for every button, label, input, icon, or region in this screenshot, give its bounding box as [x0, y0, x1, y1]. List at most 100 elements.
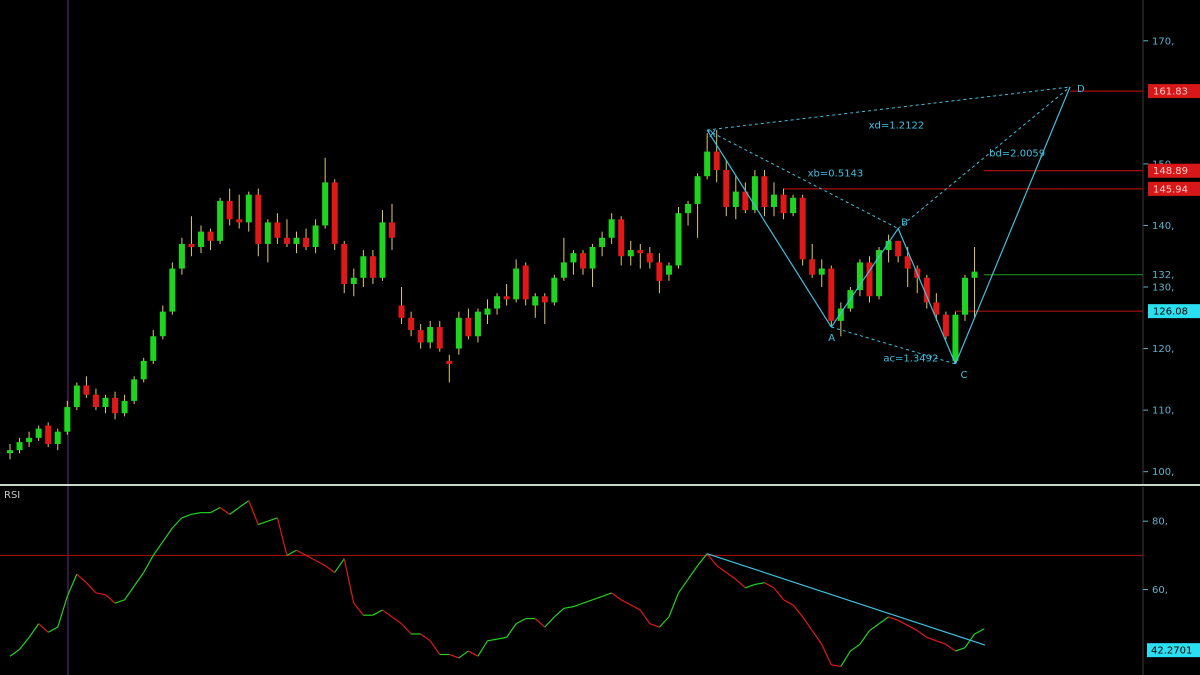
price-tick-label: 170,	[1152, 36, 1174, 47]
candle-body	[341, 243, 348, 284]
candle-body	[226, 200, 233, 220]
candle-body	[54, 431, 61, 444]
candle-body	[780, 194, 787, 214]
candle-body	[131, 379, 138, 401]
candle-body	[446, 360, 453, 364]
candle-body	[790, 197, 797, 214]
price-tick-label: 130,	[1152, 283, 1174, 294]
price-level-label: 145.94	[1153, 184, 1188, 195]
candle-body	[217, 200, 224, 241]
candle-body	[503, 296, 510, 300]
price-tick-label: 120,	[1152, 344, 1174, 355]
candle-body	[188, 243, 195, 247]
candle-body	[971, 271, 978, 278]
candle-body	[962, 277, 968, 315]
candle-body	[551, 277, 558, 303]
candle-body	[198, 231, 204, 247]
candle-body	[713, 151, 720, 171]
candle-body	[140, 360, 147, 380]
candle-body	[303, 237, 310, 247]
candle-body	[723, 170, 730, 207]
candle-body	[26, 437, 33, 443]
candle-body	[732, 191, 739, 207]
candle-body	[904, 256, 911, 269]
candle-body	[293, 237, 300, 244]
candle-body	[704, 151, 711, 177]
candle-body	[92, 394, 99, 408]
rsi-panel-title: RSI	[4, 490, 20, 501]
candle-body	[369, 256, 376, 278]
candle-body	[427, 327, 434, 343]
candle-body	[532, 296, 539, 306]
pattern-point-c: C	[960, 370, 967, 381]
candle-body	[255, 194, 262, 244]
candle-body	[799, 197, 806, 260]
candle-body	[541, 296, 548, 303]
pattern-ratio-label: bd=2.0059	[989, 149, 1045, 160]
price-level-label: 161.83	[1153, 87, 1188, 98]
chart: X A B C Dxd=1.2122 xb=0.5143 bd=2.0059 ac=1.349…	[0, 0, 1200, 675]
candle-body	[73, 385, 80, 408]
candle-body	[895, 240, 902, 257]
pattern-point-a: A	[828, 333, 835, 344]
candle-body	[474, 311, 481, 337]
pattern-ratio-label: xd=1.2122	[869, 120, 925, 131]
candle-body	[331, 182, 338, 244]
candle-body	[379, 222, 386, 278]
price-tick-label: 100,	[1152, 467, 1174, 478]
pattern-point-b: B	[901, 218, 908, 229]
candle-body	[236, 219, 243, 223]
price-level-label: 148.89	[1153, 166, 1188, 177]
candle-body	[64, 407, 71, 432]
candle-body	[360, 256, 367, 278]
candle-body	[436, 327, 443, 349]
candle-body	[570, 253, 577, 263]
candle-body	[856, 262, 863, 291]
candle-body	[513, 268, 520, 300]
candle-body	[455, 317, 462, 349]
candle-body	[494, 296, 501, 309]
candle-body	[809, 259, 816, 275]
candle-body	[207, 231, 214, 241]
candle-body	[169, 268, 176, 312]
candle-body	[112, 397, 119, 414]
rsi-tick-label: 80,	[1152, 517, 1168, 528]
candle-body	[599, 237, 606, 247]
candle-body	[685, 203, 692, 214]
candle-body	[618, 219, 625, 257]
candle-body	[580, 253, 586, 269]
candle-body	[694, 176, 701, 204]
candle-body	[264, 222, 271, 244]
candle-body	[312, 225, 319, 247]
candle-body	[283, 237, 290, 244]
candle-body	[83, 385, 90, 395]
rsi-current-value: 42.2701	[1147, 643, 1200, 658]
rsi-current-label: 42.2701	[1151, 646, 1192, 657]
rsi-tick-label: 60,	[1152, 585, 1168, 596]
pattern-point-d: D	[1077, 84, 1085, 95]
candle-body	[465, 317, 472, 337]
candle-body	[322, 182, 329, 226]
price-tick-label: 110,	[1152, 406, 1174, 417]
candle-body	[150, 336, 157, 361]
candle-body	[484, 308, 491, 315]
candle-body	[589, 247, 596, 269]
candle-body	[389, 222, 395, 238]
candle-body	[159, 311, 166, 337]
chart-background	[0, 0, 1200, 675]
candle-body	[7, 450, 13, 454]
pattern-point-x: X	[709, 129, 716, 140]
candle-body	[952, 314, 959, 361]
price-level-label: 132,	[1152, 270, 1174, 281]
candle-body	[178, 243, 185, 269]
candle-body	[417, 330, 424, 343]
candle-body	[608, 219, 615, 238]
candle-body	[398, 305, 405, 318]
candle-body	[656, 262, 663, 281]
candle-body	[522, 265, 529, 300]
candle-body	[637, 250, 644, 254]
candle-body	[408, 317, 415, 331]
candle-body	[102, 397, 109, 408]
candle-body	[16, 442, 23, 451]
candle-body	[627, 250, 634, 257]
